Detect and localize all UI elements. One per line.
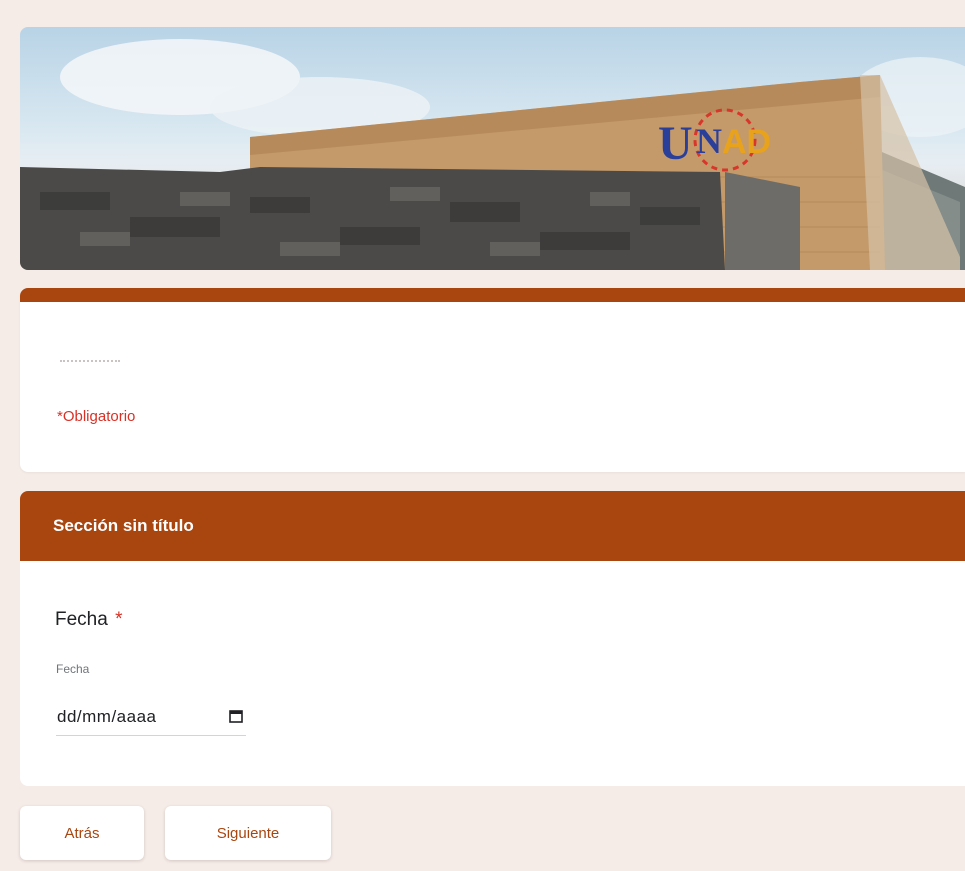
- question-card: Fecha * Fecha dd/mm/aaaa: [20, 561, 965, 786]
- svg-text:N: N: [696, 121, 722, 161]
- date-field-label: Fecha: [56, 662, 90, 676]
- svg-text:U: U: [658, 117, 693, 170]
- section-title: Sección sin título: [53, 516, 194, 535]
- next-button[interactable]: Siguiente: [165, 806, 331, 860]
- next-button-label: Siguiente: [216, 824, 280, 842]
- calendar-icon[interactable]: [228, 708, 244, 724]
- date-input-placeholder[interactable]: dd/mm/aaaa: [57, 707, 157, 727]
- svg-text:AD: AD: [722, 123, 771, 161]
- back-button-label: Atrás: [64, 824, 100, 842]
- required-asterisk: *: [115, 609, 123, 630]
- question-title: Fecha *: [55, 609, 123, 631]
- form-title-card: *Obligatorio: [20, 288, 965, 472]
- building-illustration: U N AD: [20, 39, 965, 270]
- required-note: *Obligatorio: [57, 408, 136, 425]
- title-card-accent-bar: [20, 288, 965, 302]
- back-button[interactable]: Atrás: [20, 806, 144, 860]
- header-banner-image: U N AD: [20, 27, 965, 270]
- date-input[interactable]: dd/mm/aaaa: [56, 700, 246, 736]
- question-title-text: Fecha: [55, 609, 108, 630]
- form-title-placeholder: [60, 360, 120, 365]
- form-page: U N AD *Obligatorio Sección sin título F…: [0, 0, 965, 871]
- section-header: Sección sin título: [20, 491, 965, 561]
